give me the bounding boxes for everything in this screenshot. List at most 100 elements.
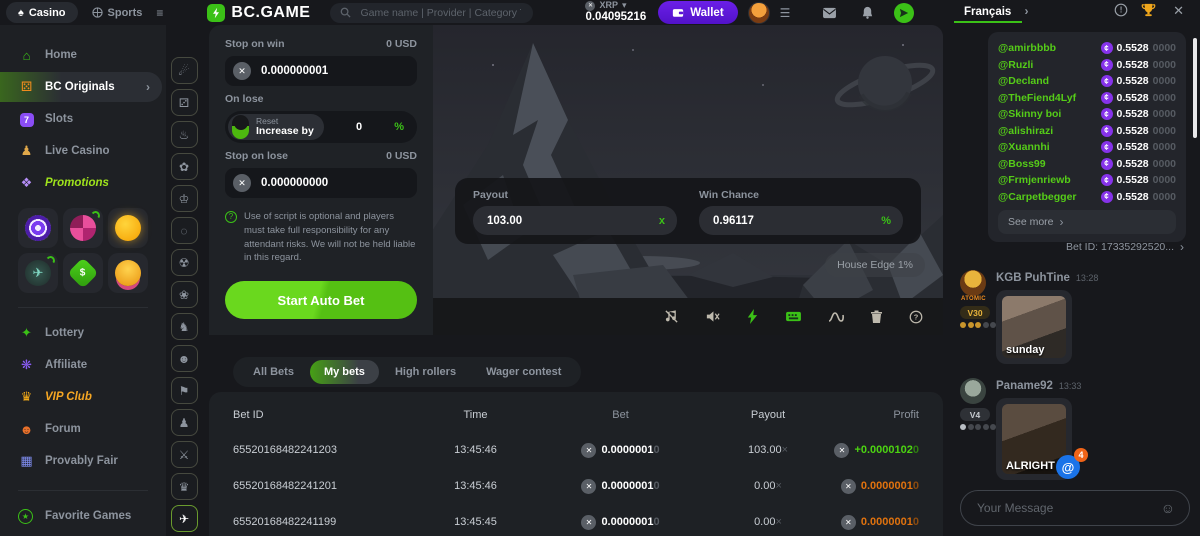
hotkeys-keyboard-icon[interactable]: [785, 310, 802, 323]
message-username[interactable]: Paname9213:33: [996, 380, 1081, 392]
live-stats-icon[interactable]: [828, 311, 844, 323]
sidebar-item-forum[interactable]: ☻ Forum: [0, 414, 166, 444]
tip-username[interactable]: @Boss99: [998, 158, 1046, 170]
sidebar-item-live-casino[interactable]: ♟ Live Casino: [0, 136, 166, 166]
sidebar-item-affiliate[interactable]: ❋ Affiliate: [0, 350, 166, 380]
table-row[interactable]: 65520168482241199 13:45:45 ✕0.00000010 0…: [233, 504, 919, 536]
game-search[interactable]: [330, 3, 533, 23]
promo-tile-coins[interactable]: [108, 253, 148, 293]
game-strip-item[interactable]: ☻: [171, 345, 198, 372]
chat-language-selector[interactable]: Français ›: [964, 4, 1029, 18]
chat-bet-id-link[interactable]: Bet ID: 17335292520...›: [1066, 240, 1184, 254]
payout-input[interactable]: [485, 214, 659, 228]
chat-toggle-icon[interactable]: [894, 3, 914, 23]
sidebar-item-bc-originals[interactable]: ⚄ BC Originals ›: [0, 72, 162, 102]
chat-message-input[interactable]: ☺: [960, 490, 1190, 526]
message-input[interactable]: [975, 500, 1161, 516]
promo-tile-bonus-tag[interactable]: $: [63, 253, 103, 293]
tip-row[interactable]: @Boss99¢0.55280000: [998, 156, 1176, 173]
message-username[interactable]: KGB PuhTine13:28: [996, 272, 1098, 284]
tab-all-bets[interactable]: All Bets: [239, 360, 308, 384]
sidebar-item-slots[interactable]: 7 Slots: [0, 104, 166, 134]
game-strip-item[interactable]: ♨: [171, 121, 198, 148]
tip-username[interactable]: @Ruzli: [998, 59, 1033, 71]
close-icon[interactable]: ✕: [1173, 3, 1184, 19]
promo-tile-wheel[interactable]: [63, 208, 103, 248]
table-row[interactable]: 65520168482241201 13:45:46 ✕0.00000010 0…: [233, 468, 919, 504]
collapse-menu-icon[interactable]: ≡: [156, 6, 163, 20]
tip-row[interactable]: @Frmjenriewb¢0.55280000: [998, 172, 1176, 189]
payout-field[interactable]: x: [473, 206, 677, 235]
game-strip-item[interactable]: ◌: [171, 217, 198, 244]
bc-game-logo[interactable]: BC.GAME: [207, 4, 310, 22]
game-strip-item[interactable]: ⚔: [171, 441, 198, 468]
tip-username[interactable]: @Skinny boi: [998, 108, 1061, 120]
tip-username[interactable]: @TheFiend4Lyf: [998, 92, 1076, 104]
notifications-bell-icon[interactable]: [861, 6, 874, 19]
tab-my-bets[interactable]: My bets: [310, 360, 379, 384]
balance-selector[interactable]: ✕ XRP ▾ 0.04095216: [585, 1, 646, 24]
mail-icon[interactable]: [822, 7, 837, 19]
game-strip-item[interactable]: ♞: [171, 313, 198, 340]
sidebar-item-lottery[interactable]: ✦ Lottery: [0, 318, 166, 348]
tip-username[interactable]: @alishirazi: [998, 125, 1053, 137]
sound-off-icon[interactable]: [705, 309, 720, 324]
tip-row[interactable]: @Xuannhi¢0.55280000: [998, 139, 1176, 156]
sidebar-item-home[interactable]: ⌂ Home: [0, 40, 166, 70]
clear-x-icon[interactable]: x: [659, 215, 665, 227]
tip-username[interactable]: @Frmjenriewb: [998, 174, 1071, 186]
casino-tab[interactable]: ♠ Casino: [6, 2, 78, 23]
on-lose-mode-switch[interactable]: Reset Increase by: [228, 114, 324, 140]
mention-button[interactable]: @ 4: [1056, 455, 1080, 479]
tab-wager-contest[interactable]: Wager contest: [472, 360, 575, 384]
wallet-button[interactable]: Wallet: [658, 1, 737, 24]
gif-message[interactable]: sunday: [996, 290, 1072, 364]
sports-tab[interactable]: Sports: [92, 7, 143, 19]
account-menu-icon[interactable]: ☰: [780, 6, 791, 20]
game-strip-item[interactable]: ☢: [171, 249, 198, 276]
user-avatar[interactable]: [748, 2, 770, 24]
win-chance-field[interactable]: %: [699, 206, 903, 235]
trophy-icon[interactable]: [1141, 3, 1156, 22]
turbo-bolt-icon[interactable]: [746, 309, 759, 324]
table-row[interactable]: 65520168482241203 13:45:46 ✕0.00000010 1…: [233, 432, 919, 468]
sidebar-item-favorite-games[interactable]: ★ Favorite Games: [0, 501, 166, 531]
sidebar-item-vip-club[interactable]: ♛ VIP Club: [0, 382, 166, 412]
sidebar-item-promotions[interactable]: ❖ Promotions: [0, 168, 166, 198]
game-strip-item[interactable]: ✿: [171, 153, 198, 180]
chat-rules-info-icon[interactable]: !: [1114, 3, 1128, 22]
tip-row[interactable]: @amirbbbb¢0.55280000: [998, 40, 1176, 57]
trash-icon[interactable]: [870, 310, 883, 324]
tip-username[interactable]: @Xuannhi: [998, 141, 1050, 153]
stop-on-win-field[interactable]: ✕: [225, 56, 417, 86]
tip-username[interactable]: @Decland: [998, 75, 1049, 87]
reset-increase-toggle[interactable]: [232, 115, 249, 139]
promo-tile-rocket[interactable]: ✈: [18, 253, 58, 293]
stop-on-lose-input[interactable]: [259, 176, 409, 190]
game-strip-item[interactable]: ☄: [171, 57, 198, 84]
win-chance-input[interactable]: [711, 214, 881, 228]
avatar[interactable]: [960, 270, 986, 296]
game-strip-item[interactable]: ♔: [171, 185, 198, 212]
search-input[interactable]: [358, 6, 523, 20]
tip-username[interactable]: @Carpetbegger: [998, 191, 1077, 203]
tip-row[interactable]: @Decland¢0.55280000: [998, 73, 1176, 90]
help-icon[interactable]: ?: [909, 310, 923, 324]
avatar[interactable]: [960, 378, 986, 404]
tip-row[interactable]: @Ruzli¢0.55280000: [998, 57, 1176, 74]
game-strip-item[interactable]: ♛: [171, 473, 198, 500]
game-strip-item[interactable]: ♟: [171, 409, 198, 436]
promo-tile-piggy[interactable]: [108, 208, 148, 248]
sidebar-item-provably-fair[interactable]: ▦ Provably Fair: [0, 446, 166, 476]
game-strip-item[interactable]: ⚂: [171, 89, 198, 116]
tab-high-rollers[interactable]: High rollers: [381, 360, 470, 384]
tip-username[interactable]: @amirbbbb: [998, 42, 1056, 54]
start-auto-bet-button[interactable]: Start Auto Bet: [225, 281, 417, 319]
music-off-icon[interactable]: [664, 309, 679, 324]
see-more-button[interactable]: See more›: [998, 210, 1176, 234]
promo-tile-lucky-spin[interactable]: [18, 208, 58, 248]
game-strip-item[interactable]: ❀: [171, 281, 198, 308]
tip-row[interactable]: @TheFiend4Lyf¢0.55280000: [998, 90, 1176, 107]
chat-scrollbar-thumb[interactable]: [1193, 38, 1197, 138]
emoji-icon[interactable]: ☺: [1161, 500, 1175, 516]
